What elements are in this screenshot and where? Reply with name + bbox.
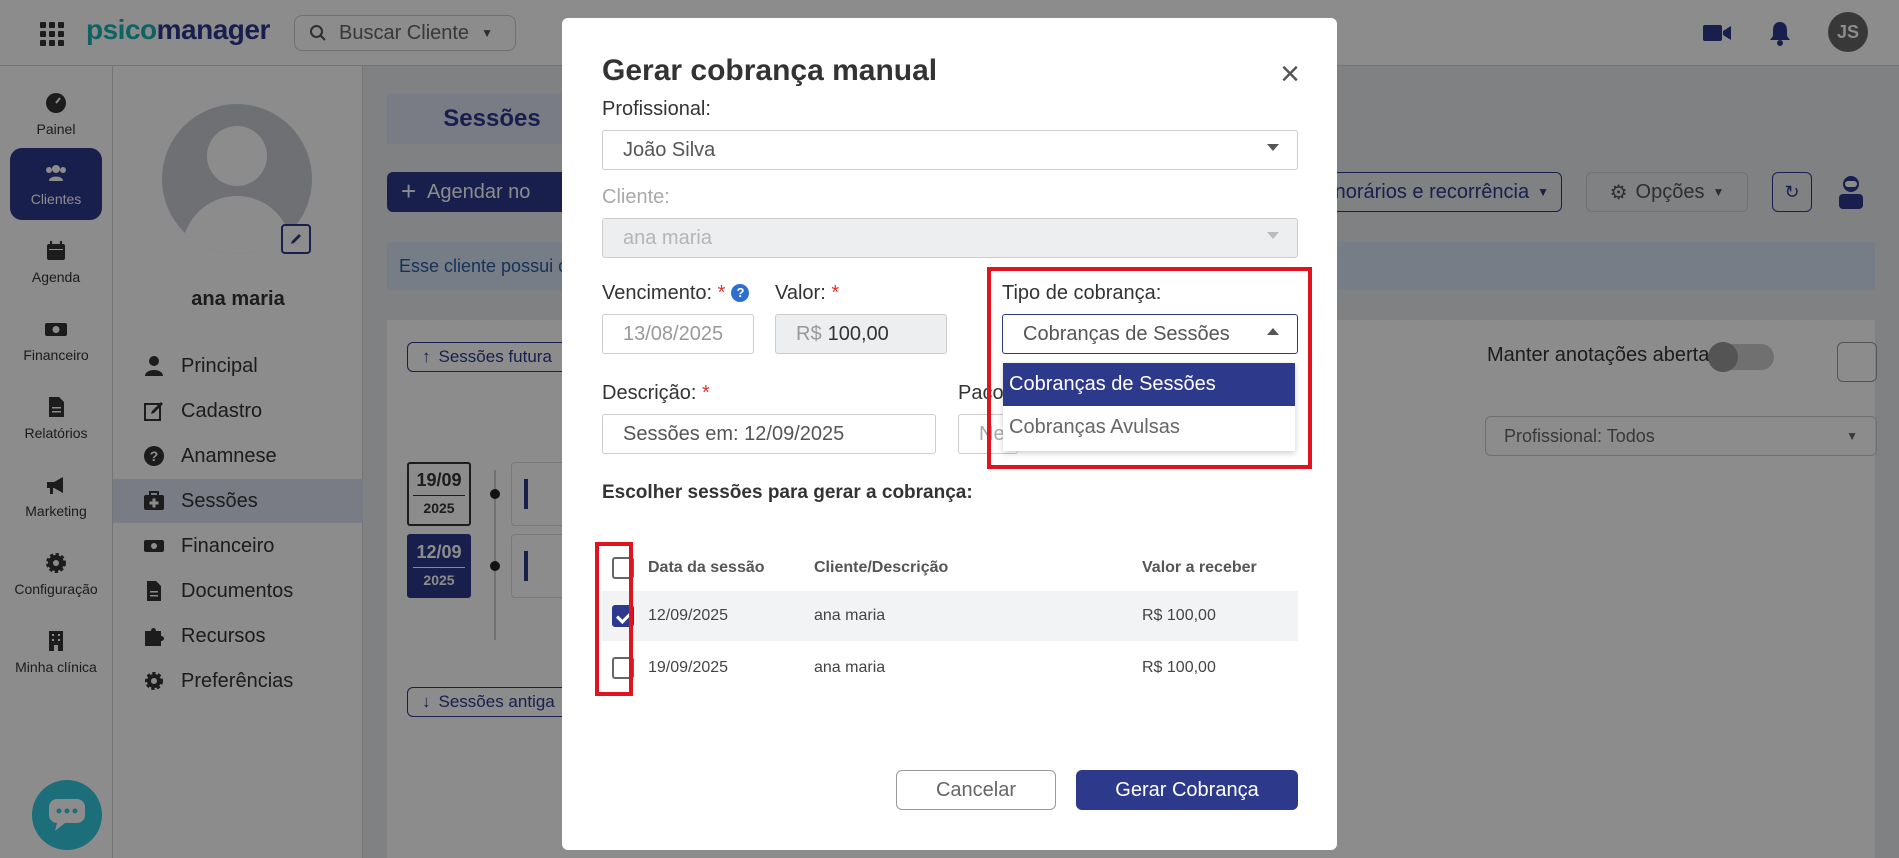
close-icon[interactable]: × <box>1272 56 1308 92</box>
row-date: 12/09/2025 <box>648 607 729 624</box>
required-mark: * <box>717 282 726 304</box>
client-label: Cliente: <box>602 186 670 208</box>
col-header-client: Cliente/Descrição <box>814 559 949 576</box>
description-label-text: Descrição: <box>602 382 697 404</box>
table-row[interactable]: 19/09/2025 ana maria R$ 100,00 <box>602 643 1298 693</box>
manual-charge-modal: Gerar cobrança manual × Profissional: Jo… <box>562 18 1337 850</box>
professional-value: João Silva <box>623 138 716 161</box>
description-input[interactable]: Sessões em: 12/09/2025 <box>602 414 936 454</box>
row-date: 19/09/2025 <box>648 659 729 676</box>
generate-charge-button[interactable]: Gerar Cobrança <box>1076 770 1298 810</box>
col-header-date: Data da sessão <box>648 559 765 576</box>
due-date-label-text: Vencimento: <box>602 282 713 304</box>
due-date-field[interactable]: 13/08/2025 <box>602 314 754 354</box>
due-date-label: Vencimento: *? <box>602 282 750 305</box>
professional-select[interactable]: João Silva <box>602 130 1298 170</box>
cancel-button[interactable]: Cancelar <box>896 770 1056 810</box>
client-select: ana maria <box>602 218 1298 258</box>
highlight-box-charge-type <box>987 267 1312 469</box>
client-value: ana maria <box>623 226 712 249</box>
modal-title: Gerar cobrança manual <box>602 54 938 87</box>
amount-value: 100,00 <box>827 322 889 345</box>
required-mark: * <box>831 282 840 304</box>
col-header-amount: Valor a receber <box>1142 559 1257 576</box>
professional-label: Profissional: <box>602 98 711 120</box>
required-mark: * <box>702 382 710 404</box>
row-amount: R$ 100,00 <box>1142 659 1216 676</box>
due-date-value: 13/08/2025 <box>623 322 724 345</box>
amount-label-text: Valor: <box>775 282 826 304</box>
sessions-section-title: Escolher sessões para gerar a cobrança: <box>602 482 973 503</box>
description-value: Sessões em: 12/09/2025 <box>623 422 845 445</box>
amount-field: R$ 100,00 <box>775 314 947 354</box>
highlight-box-checkboxes <box>595 542 633 696</box>
chevron-down-icon <box>1267 144 1279 151</box>
row-amount: R$ 100,00 <box>1142 607 1216 624</box>
row-client: ana maria <box>814 607 886 624</box>
sessions-table-header: Data da sessão Cliente/Descrição Valor a… <box>602 548 1298 588</box>
amount-label: Valor: * <box>775 282 839 305</box>
help-icon[interactable]: ? <box>731 284 750 302</box>
table-row[interactable]: 12/09/2025 ana maria R$ 100,00 <box>602 591 1298 641</box>
description-label: Descrição: * <box>602 382 710 405</box>
currency-symbol: R$ <box>796 322 822 345</box>
chevron-down-icon <box>1267 232 1279 239</box>
row-client: ana maria <box>814 659 886 676</box>
